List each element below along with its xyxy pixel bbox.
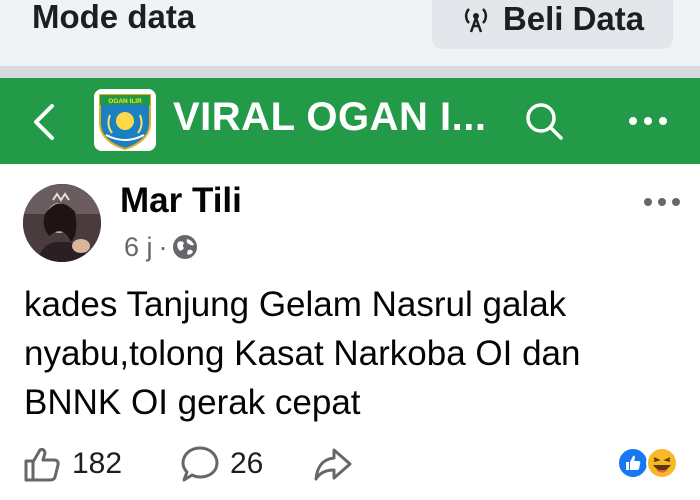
like-reaction-icon <box>617 447 649 479</box>
meta-separator: · <box>158 231 168 262</box>
post-text: kades Tanjung Gelam Nasrul galak nyabu,t… <box>24 285 581 422</box>
post-actions: 182 26 <box>0 440 700 500</box>
comment-count: 26 <box>230 447 264 480</box>
post-options-icon[interactable] <box>643 197 681 207</box>
share-arrow-icon[interactable] <box>312 444 354 484</box>
more-horizontal-icon[interactable] <box>628 116 668 126</box>
globe-icon <box>172 235 197 259</box>
group-logo[interactable]: OGAN ILIR <box>94 89 156 151</box>
section-divider <box>0 66 700 78</box>
haha-reaction-icon <box>646 447 678 479</box>
avatar-photo <box>23 184 101 262</box>
buy-data-button[interactable]: Beli Data <box>432 0 673 49</box>
reaction-summary[interactable] <box>616 446 686 480</box>
group-header: OGAN ILIR VIRAL OGAN I... <box>0 78 700 164</box>
comment-bubble-icon <box>181 446 219 482</box>
logo-text: OGAN ILIR <box>108 98 142 105</box>
group-name[interactable]: VIRAL OGAN I... <box>173 95 486 140</box>
post-meta: 6 j · <box>124 230 198 264</box>
like-count: 182 <box>72 447 123 480</box>
data-mode-title: Mode data <box>32 0 196 35</box>
search-icon[interactable] <box>523 100 565 142</box>
broadcast-icon <box>464 7 487 32</box>
buy-data-label: Beli Data <box>502 0 645 37</box>
post-time[interactable]: 6 j <box>124 232 153 263</box>
like-button[interactable]: 182 <box>22 444 122 484</box>
thumbs-up-icon <box>24 447 60 482</box>
data-mode-banner: Mode data Beli Data <box>0 0 700 66</box>
author-avatar[interactable] <box>23 184 101 262</box>
chevron-left-icon[interactable] <box>28 102 60 142</box>
author-name[interactable]: Mar Tili <box>120 181 242 221</box>
comment-button[interactable]: 26 <box>180 444 263 484</box>
ogan-ilir-emblem: OGAN ILIR <box>94 89 156 151</box>
